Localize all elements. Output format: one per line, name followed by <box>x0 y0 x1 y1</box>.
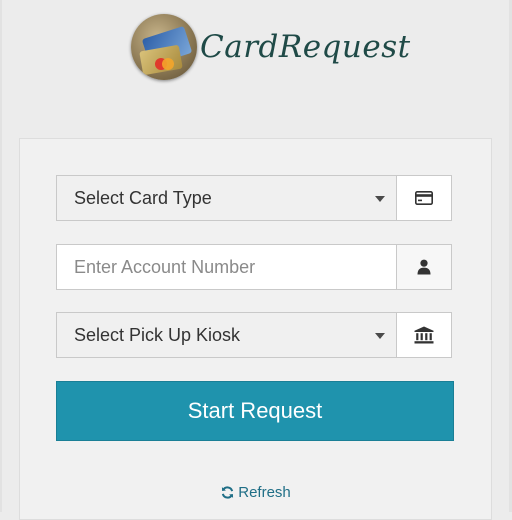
app-title: CardRequest <box>200 29 411 65</box>
chevron-down-icon <box>375 333 385 339</box>
user-icon <box>417 259 431 275</box>
app-logo: CardRequest <box>131 12 411 82</box>
pickup-kiosk-selected-value: Select Pick Up Kiosk <box>74 324 241 345</box>
start-request-label: Start Request <box>187 398 323 423</box>
pickup-kiosk-addon <box>396 313 451 357</box>
refresh-link[interactable]: Refresh <box>0 484 512 501</box>
refresh-label: Refresh <box>238 484 291 501</box>
card-type-selected-value: Select Card Type <box>74 187 212 208</box>
refresh-icon <box>222 486 234 499</box>
account-number-addon <box>396 245 451 289</box>
card-type-select[interactable]: Select Card Type <box>56 175 452 221</box>
chevron-down-icon <box>375 196 385 202</box>
bank-icon <box>414 326 434 344</box>
account-number-input[interactable]: Enter Account Number <box>57 245 397 289</box>
card-type-addon <box>396 176 451 220</box>
credit-cards-logo-icon <box>131 14 197 80</box>
pickup-kiosk-select[interactable]: Select Pick Up Kiosk <box>56 312 452 358</box>
account-number-field[interactable]: Enter Account Number <box>56 244 452 290</box>
start-request-button[interactable]: Start Request <box>56 381 454 441</box>
left-edge <box>0 0 2 512</box>
credit-card-icon <box>415 191 433 205</box>
